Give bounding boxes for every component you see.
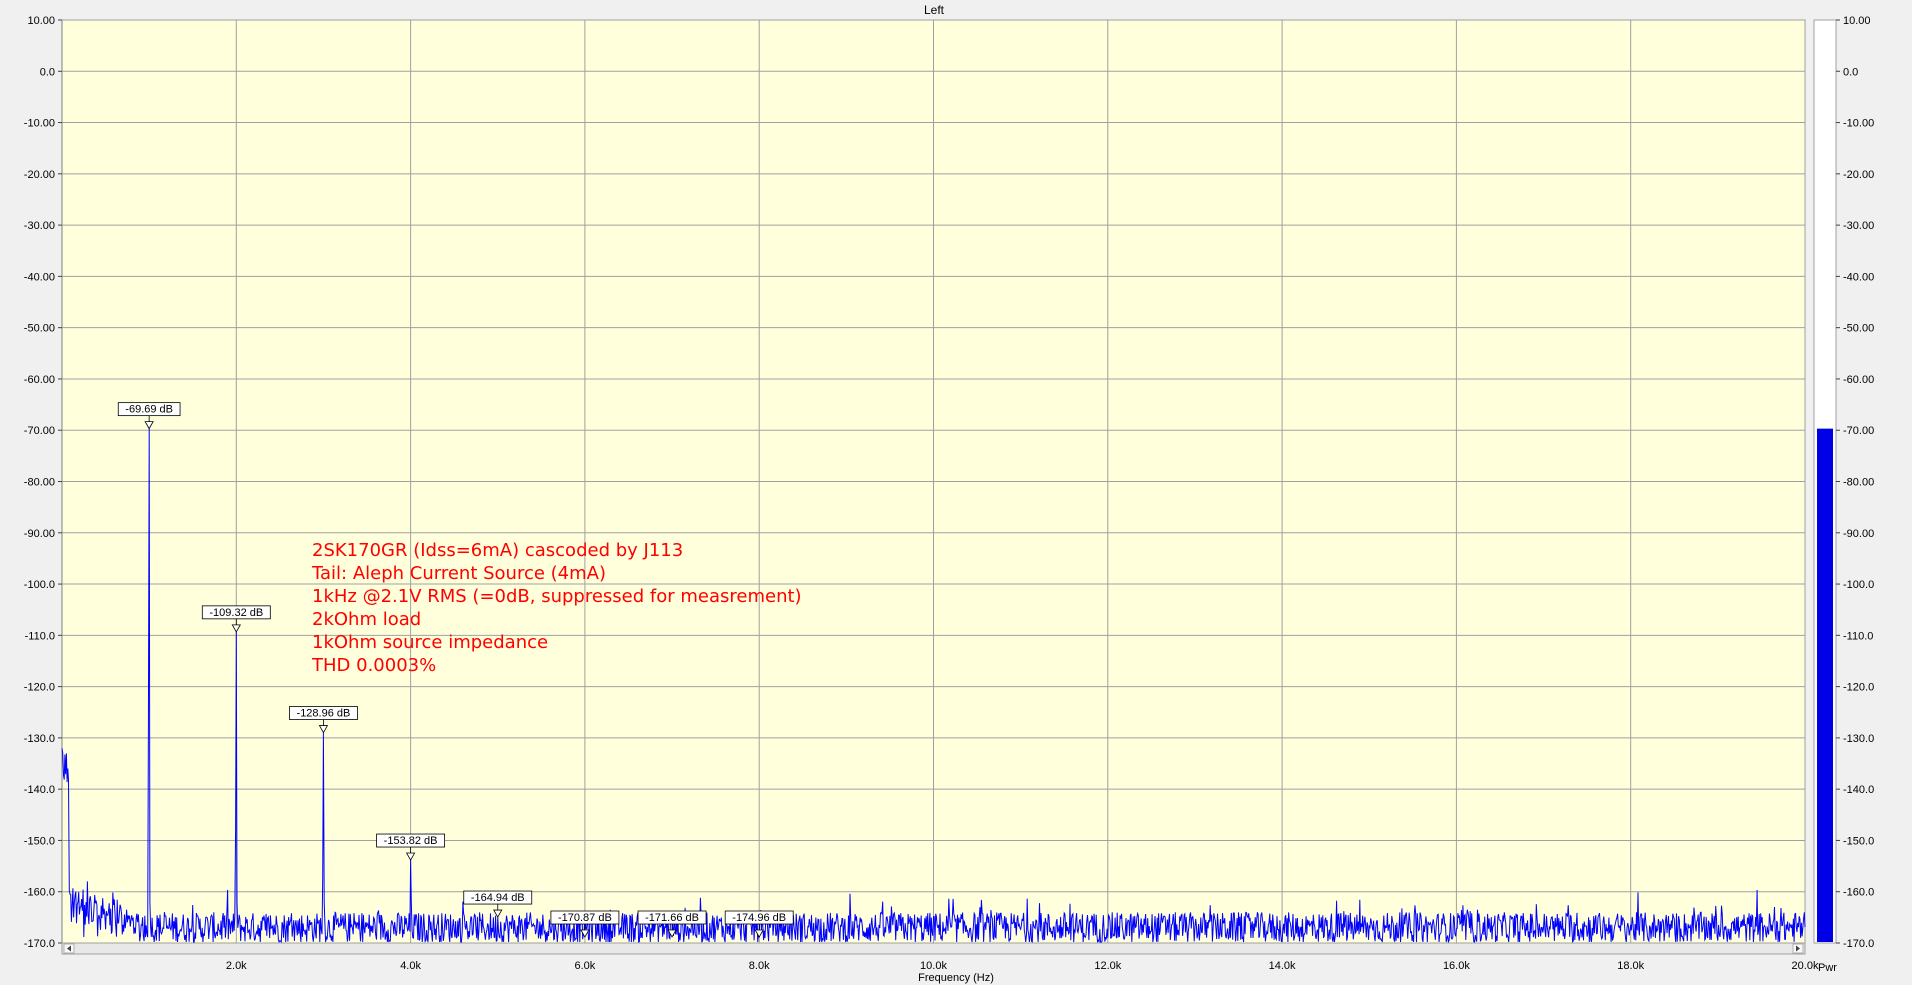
meter-tick-label: -110.0 xyxy=(1843,630,1873,642)
y-tick-label: -40.00 xyxy=(24,271,55,283)
marker-label: -128.96 dB xyxy=(297,708,351,720)
meter-tick-label: -50.00 xyxy=(1843,323,1874,335)
meter-label: Pwr xyxy=(1818,962,1837,974)
y-tick-label: -160.0 xyxy=(24,887,55,899)
y-tick-label: -130.0 xyxy=(24,733,55,745)
chart-title: Left xyxy=(924,3,945,17)
scrollbar-track[interactable] xyxy=(61,942,1806,955)
meter-tick-label: -160.0 xyxy=(1843,887,1874,899)
meter-tick-label: -70.00 xyxy=(1843,425,1874,437)
meter-tick-label: -60.00 xyxy=(1843,374,1874,386)
meter-tick-label: -40.00 xyxy=(1843,271,1874,283)
y-tick-label: -20.00 xyxy=(24,169,55,181)
annotation-line: 2SK170GR (Idss=6mA) cascoded by J113 xyxy=(312,540,683,561)
y-tick-label: -90.00 xyxy=(24,528,55,540)
x-tick-label: 6.0k xyxy=(575,960,596,972)
x-tick-label: 16.0k xyxy=(1443,960,1470,972)
y-tick-label: 10.00 xyxy=(27,15,55,27)
y-tick-label: -80.00 xyxy=(24,477,55,489)
meter-tick-label: -90.00 xyxy=(1843,528,1874,540)
marker-label: -153.82 dB xyxy=(384,835,438,847)
x-tick-label: 12.0k xyxy=(1094,960,1121,972)
x-tick-label: 2.0k xyxy=(226,960,247,972)
marker-label: -171.66 dB xyxy=(645,912,699,924)
meter-tick-label: -100.0 xyxy=(1843,579,1874,591)
marker-label: -174.96 dB xyxy=(732,912,786,924)
meter-tick-label: -80.00 xyxy=(1843,477,1874,489)
y-tick-label: -170.0 xyxy=(24,938,55,950)
meter-tick-label: 0.0 xyxy=(1843,66,1858,78)
meter-tick-label: -130.0 xyxy=(1843,733,1874,745)
y-tick-label: -150.0 xyxy=(24,835,55,847)
meter-tick-label: -170.0 xyxy=(1843,938,1874,950)
horizontal-scrollbar[interactable] xyxy=(61,942,1806,955)
x-tick-label: 20.0k xyxy=(1792,960,1819,972)
meter-tick-label: -30.00 xyxy=(1843,220,1874,232)
annotation-line: 2kOhm load xyxy=(312,609,421,630)
annotation-line: THD 0.0003% xyxy=(311,655,436,676)
x-tick-label: 18.0k xyxy=(1617,960,1644,972)
meter-tick-label: -150.0 xyxy=(1843,835,1874,847)
x-tick-label: 14.0k xyxy=(1269,960,1296,972)
meter-bar xyxy=(1817,428,1833,943)
spectrum-chart: Left 10.00 0.0 -10.00 -20.00 -30.00 -40.00 -50… xyxy=(0,0,1912,985)
meter-tick-label: -20.00 xyxy=(1843,169,1874,181)
x-axis-label: Frequency (Hz) xyxy=(918,972,994,984)
annotation-line: 1kOhm source impedance xyxy=(312,632,548,653)
x-tick-label: 10.0k xyxy=(920,960,947,972)
y-tick-label: -60.00 xyxy=(24,374,55,386)
y-tick-label: 0.0 xyxy=(40,66,55,78)
y-tick-label: -110.0 xyxy=(25,630,55,642)
annotation-line: 1kHz @2.1V RMS (=0dB, suppressed for mea… xyxy=(312,586,802,607)
y-tick-label: -100.0 xyxy=(24,579,55,591)
marker-label: -69.69 dB xyxy=(125,404,173,416)
x-tick-label: 8.0k xyxy=(749,960,770,972)
meter-tick-label: -120.0 xyxy=(1843,682,1874,694)
y-tick-label: -10.00 xyxy=(24,118,55,130)
y-tick-label: -30.00 xyxy=(24,220,55,232)
meter-tick-label: -140.0 xyxy=(1843,784,1874,796)
meter-tick-label: -10.00 xyxy=(1843,118,1874,130)
x-tick-label: 4.0k xyxy=(400,960,421,972)
marker-label: -170.87 dB xyxy=(558,912,612,924)
marker-label: -164.94 dB xyxy=(471,892,525,904)
y-tick-label: -140.0 xyxy=(24,784,55,796)
meter-tick-label: 10.00 xyxy=(1843,15,1871,27)
marker-label: -109.32 dB xyxy=(209,607,263,619)
y-tick-label: -120.0 xyxy=(24,682,55,694)
annotation-line: Tail: Aleph Current Source (4mA) xyxy=(311,563,606,584)
y-tick-label: -50.00 xyxy=(24,323,55,335)
y-tick-label: -70.00 xyxy=(24,425,55,437)
